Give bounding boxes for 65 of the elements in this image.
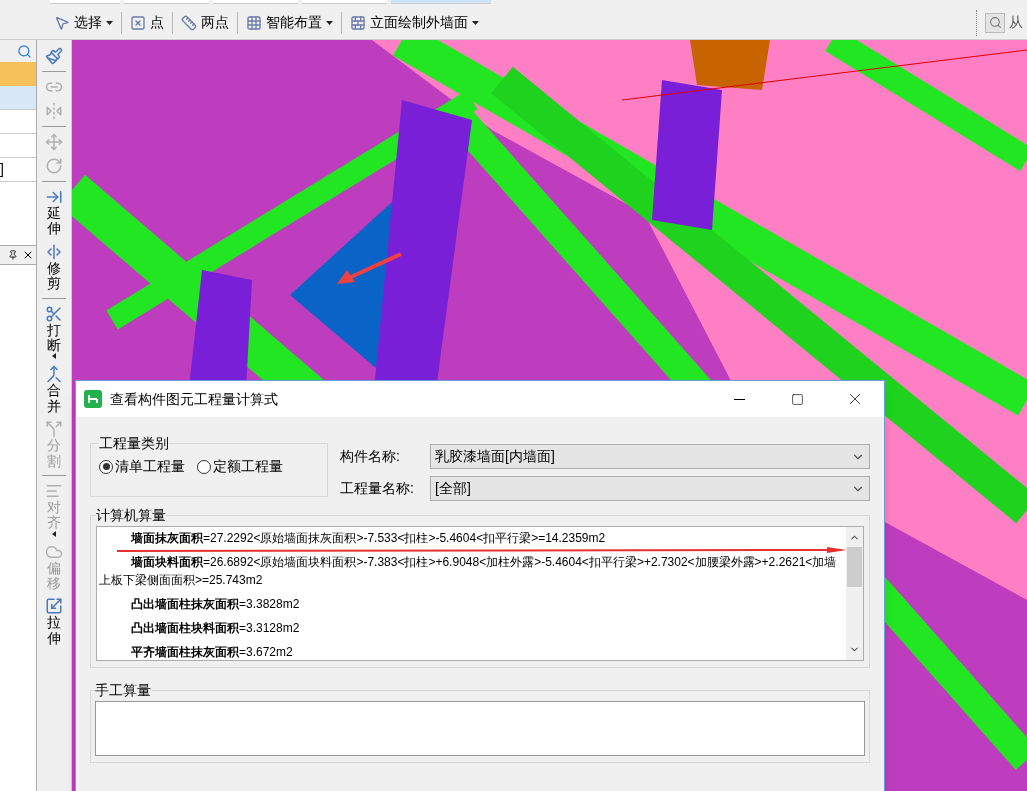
list-row[interactable] <box>0 86 36 110</box>
trim-icon <box>45 242 63 261</box>
move-icon <box>45 133 63 151</box>
paintbrush-icon <box>45 47 63 65</box>
formula-line: 凸出墙面柱块料面积=3.3128m2 <box>130 620 301 637</box>
input-field[interactable] <box>124 0 209 4</box>
formula-line: 墙面抹灰面积=27.2292<原始墙面抹灰面积>-7.533<扣柱>-5.4604<扣平行梁>=14.2359m2 <box>129 530 607 547</box>
search-icon[interactable] <box>17 43 32 59</box>
stretch-icon <box>45 597 63 616</box>
mirror-icon <box>45 102 63 120</box>
grid-icon <box>246 14 262 31</box>
dropdown-caret-icon <box>472 20 479 25</box>
dropdown-caret-icon <box>326 20 333 25</box>
toolbar-button[interactable]: 选择 <box>50 9 117 36</box>
toolbar-button[interactable]: 智能布置 <box>242 9 337 36</box>
split-icon <box>45 420 63 439</box>
close-icon[interactable] <box>22 249 34 261</box>
list-header <box>0 62 36 86</box>
radio-button[interactable] <box>197 459 211 474</box>
x-square-icon <box>130 14 146 31</box>
rotate-icon <box>45 157 63 175</box>
tool-button[interactable]: 延伸 <box>45 185 63 240</box>
dropdown-field[interactable]: [全部] <box>430 476 870 501</box>
dropdown-caret-icon <box>106 20 113 25</box>
tool-button[interactable]: 拉伸 <box>45 594 63 650</box>
field-label: 构件名称: <box>340 447 401 466</box>
search-icon <box>988 16 1002 29</box>
input-field[interactable] <box>213 0 298 4</box>
pointer-icon <box>54 14 70 31</box>
tool-button[interactable]: 打断 <box>45 301 63 363</box>
input-field[interactable] <box>391 0 491 4</box>
group-title: 手工算量 <box>95 681 151 700</box>
formula-line: 凸出墙面柱抹灰面积=3.3828m2 <box>130 596 301 613</box>
pin-icon[interactable] <box>8 250 18 260</box>
group-title: 工程量类别 <box>99 434 169 453</box>
formula-line: 墙面块料面积=26.6892<原始墙面块料面积>-7.383<扣柱>+6.9048<加柱外露>-5.4604<扣平行梁>+2.7302<加腰梁外露>+2.2621<加墙上板下梁侧面面积>=25.743m2 <box>99 554 838 589</box>
tool-button[interactable]: 合并 <box>45 362 63 418</box>
text-area[interactable] <box>96 526 864 661</box>
ruler-icon <box>181 14 197 31</box>
merge-icon <box>45 365 63 384</box>
menu-caret-icon <box>52 353 56 360</box>
toolbar-button[interactable]: 点 <box>126 9 168 36</box>
radio-button[interactable] <box>99 459 113 474</box>
tool-button[interactable]: 修剪 <box>45 239 63 295</box>
group-title: 计算机算量 <box>96 506 166 525</box>
brick-wall-icon <box>350 14 366 31</box>
scrollbar[interactable] <box>846 527 863 660</box>
field-label: 工程量名称: <box>340 479 415 498</box>
menu-caret-icon <box>52 530 56 537</box>
toolbar-button[interactable]: 两点 <box>177 9 233 36</box>
maximize-icon <box>790 392 804 406</box>
input-field[interactable] <box>50 0 120 4</box>
app-logo-icon <box>84 390 102 408</box>
radio-option[interactable]: 清单工程量 <box>99 456 185 477</box>
search-button[interactable]: 从 <box>985 9 1027 36</box>
radio-option[interactable]: 定额工程量 <box>197 456 283 477</box>
extend-icon <box>45 188 63 206</box>
minimize-icon <box>733 398 745 400</box>
input-field[interactable] <box>302 0 387 4</box>
break-icon <box>45 304 63 323</box>
annotation-arrow <box>337 252 403 286</box>
dropdown-field[interactable]: 乳胶漆墙面[内墙面] <box>430 444 870 469</box>
toolbar-button[interactable]: 立面绘制外墙面 <box>346 9 483 36</box>
formula-line: 平齐墙面柱抹灰面积=3.672m2 <box>130 644 294 660</box>
window-title: 查看构件图元工程量计算式 <box>110 389 278 409</box>
